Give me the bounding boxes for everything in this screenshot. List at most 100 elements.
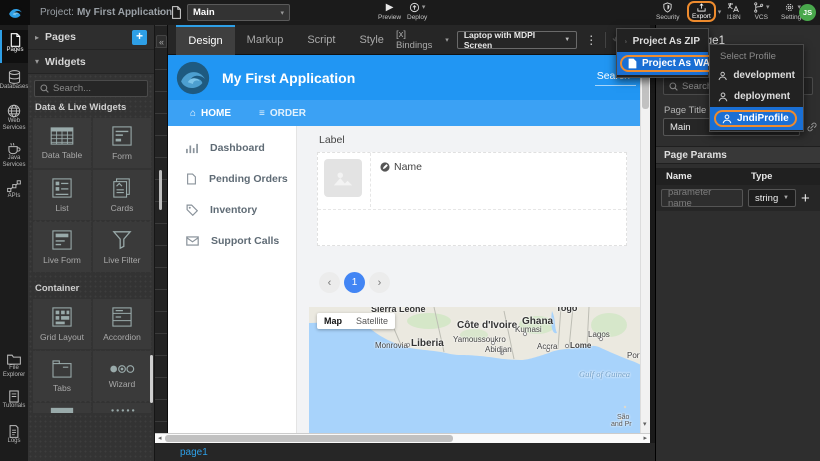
tab-design[interactable]: Design bbox=[176, 25, 234, 55]
image-placeholder bbox=[324, 159, 362, 197]
add-param-button[interactable]: + bbox=[801, 190, 810, 207]
form-icon bbox=[112, 126, 132, 146]
list-card[interactable]: Name bbox=[317, 152, 627, 246]
page-current-button[interactable]: 1 bbox=[344, 272, 365, 293]
bindings-button[interactable]: [x] Bindings ▾ bbox=[396, 29, 449, 51]
chevron-down-icon: ▾ bbox=[280, 9, 284, 17]
widget-group-container: Grid Layout Accordion Tabs Wizard bbox=[33, 299, 154, 413]
widget-form[interactable]: Form bbox=[93, 118, 151, 168]
folder-icon bbox=[7, 353, 21, 365]
sidebar-item-tutorials[interactable]: Tutorials bbox=[0, 387, 28, 410]
activity-bar: Pages Databases Web Services Java Servic… bbox=[0, 25, 28, 461]
project-label: Project: bbox=[40, 7, 74, 18]
export-button[interactable]: Export ▾ bbox=[687, 1, 721, 22]
menu-item-inventory[interactable]: Inventory bbox=[186, 204, 296, 216]
breadcrumb-separator-icon: › bbox=[158, 5, 162, 19]
sidebar-item-web-services[interactable]: Web Services bbox=[0, 101, 28, 132]
sidebar-item-java-services[interactable]: Java Services bbox=[0, 139, 28, 169]
scroll-right-icon[interactable]: ▸ bbox=[643, 435, 647, 442]
widget-accordion[interactable]: Accordion bbox=[93, 299, 151, 349]
sidebar-item-databases[interactable]: Databases bbox=[0, 67, 28, 91]
pages-section-header[interactable]: ▸ Pages + bbox=[28, 25, 154, 50]
accordion-icon bbox=[112, 307, 132, 327]
security-button[interactable]: Security bbox=[656, 2, 679, 21]
param-type-select[interactable]: string ▼ bbox=[748, 189, 796, 207]
map-button[interactable]: Map bbox=[317, 313, 349, 329]
list-label: Label bbox=[319, 134, 345, 146]
i18n-button[interactable]: I18N bbox=[727, 2, 741, 21]
hscroll-handle[interactable] bbox=[165, 435, 453, 442]
device-selector[interactable]: Laptop with MDPI Screen ▼ bbox=[457, 31, 577, 49]
widget-grid-layout[interactable]: Grid Layout bbox=[33, 299, 91, 349]
menu-item-project-as-war[interactable]: Project As WAR ▸ bbox=[617, 52, 708, 75]
preview-button[interactable]: ▶ Preview bbox=[378, 2, 401, 21]
panel-scrollbar[interactable] bbox=[150, 355, 153, 403]
status-bar: page1 bbox=[155, 443, 655, 461]
scroll-left-icon[interactable]: ◂ bbox=[158, 435, 162, 442]
user-avatar[interactable]: JS bbox=[799, 4, 816, 21]
page-next-button[interactable]: › bbox=[369, 272, 390, 293]
nav-order[interactable]: ≡ ORDER bbox=[259, 108, 306, 119]
satellite-button[interactable]: Satellite bbox=[349, 313, 395, 329]
menu-item-deployment[interactable]: deployment bbox=[710, 86, 803, 107]
left-panel: ▸ Pages + ▾ Widgets Search... Data & Liv… bbox=[28, 25, 155, 461]
kebab-menu-button[interactable]: ⋮ bbox=[585, 33, 597, 47]
widget-live-form[interactable]: Live Form bbox=[33, 222, 91, 272]
app-logo[interactable] bbox=[0, 0, 30, 25]
page-params-header[interactable]: Page Params bbox=[656, 146, 820, 164]
widget-tabs[interactable]: Tabs bbox=[33, 351, 91, 401]
widget-live-filter[interactable]: Live Filter bbox=[93, 222, 151, 272]
tab-style[interactable]: Style bbox=[347, 25, 395, 55]
widgets-section-header[interactable]: ▾ Widgets bbox=[28, 50, 154, 74]
add-page-button[interactable]: + bbox=[132, 30, 147, 45]
menu-item-support-calls[interactable]: Support Calls bbox=[186, 235, 296, 247]
nav-home[interactable]: ⌂ HOME bbox=[190, 108, 231, 119]
menu-item-dashboard[interactable]: Dashboard bbox=[186, 142, 296, 154]
sidebar-item-pages[interactable]: Pages bbox=[0, 30, 28, 63]
tab-markup[interactable]: Markup bbox=[235, 25, 296, 55]
canvas-vertical-scrollbar[interactable]: ▾ bbox=[640, 55, 650, 433]
dots-icon bbox=[109, 407, 135, 413]
page-selector[interactable]: Main ▾ bbox=[187, 4, 290, 21]
scroll-down-icon[interactable]: ▾ bbox=[643, 421, 647, 428]
widget-cards[interactable]: Cards bbox=[93, 170, 151, 220]
tag-icon bbox=[186, 204, 198, 216]
param-row: parameter name string ▼ + bbox=[656, 185, 820, 211]
menu-item-project-as-zip[interactable]: Project As ZIP bbox=[617, 31, 708, 52]
coffee-icon bbox=[7, 142, 21, 155]
sidebar-item-apis[interactable]: APIs bbox=[0, 177, 28, 200]
tabs-icon bbox=[52, 360, 72, 378]
menu-item-development[interactable]: development bbox=[710, 65, 803, 86]
widget-partial-1[interactable] bbox=[33, 403, 91, 413]
top-bar: Project: My First Application › Main ▾ ▶… bbox=[0, 0, 820, 25]
status-page-link[interactable]: page1 bbox=[180, 447, 208, 458]
triangle-down-icon: ▼ bbox=[783, 195, 789, 201]
widget-data-table[interactable]: Data Table bbox=[33, 118, 91, 168]
bind-link-icon[interactable] bbox=[806, 121, 818, 133]
card-name-field[interactable]: Name bbox=[380, 161, 422, 173]
collapse-panel-button[interactable]: « bbox=[156, 35, 167, 48]
menu-item-pending-orders[interactable]: Pending Orders bbox=[186, 173, 296, 185]
ruler-scrollbar[interactable] bbox=[159, 170, 162, 210]
design-canvas[interactable]: My First Application Search ⌂ HOME ≡ ORD… bbox=[168, 55, 640, 433]
widget-partial-2[interactable] bbox=[93, 403, 151, 413]
page-prev-button[interactable]: ‹ bbox=[319, 272, 340, 293]
menu-item-jndiprofile[interactable]: JndiProfile bbox=[710, 107, 803, 130]
widget-search-input[interactable]: Search... bbox=[34, 80, 148, 97]
vcs-button[interactable]: ▾ VCS bbox=[753, 2, 770, 21]
play-icon: ▶ bbox=[386, 2, 394, 13]
tab-script[interactable]: Script bbox=[295, 25, 347, 55]
deploy-button[interactable]: ▾ Deploy bbox=[407, 2, 427, 21]
canvas-horizontal-scrollbar[interactable]: ◂ ▸ bbox=[155, 433, 650, 443]
sidebar-item-file-explorer[interactable]: File Explorer bbox=[0, 350, 28, 379]
map-widget[interactable]: Map Satellite Sierra Leone Côte d'Ivoire… bbox=[309, 307, 641, 433]
sidebar-item-logs[interactable]: Logs bbox=[0, 422, 28, 445]
widget-wizard[interactable]: Wizard bbox=[93, 351, 151, 401]
envelope-icon bbox=[186, 236, 199, 246]
export-icon bbox=[696, 3, 707, 12]
shield-icon bbox=[662, 2, 673, 13]
widget-list[interactable]: List bbox=[33, 170, 91, 220]
app-logo-icon bbox=[176, 61, 210, 95]
file-icon bbox=[628, 58, 637, 69]
param-name-input[interactable]: parameter name bbox=[661, 189, 743, 207]
